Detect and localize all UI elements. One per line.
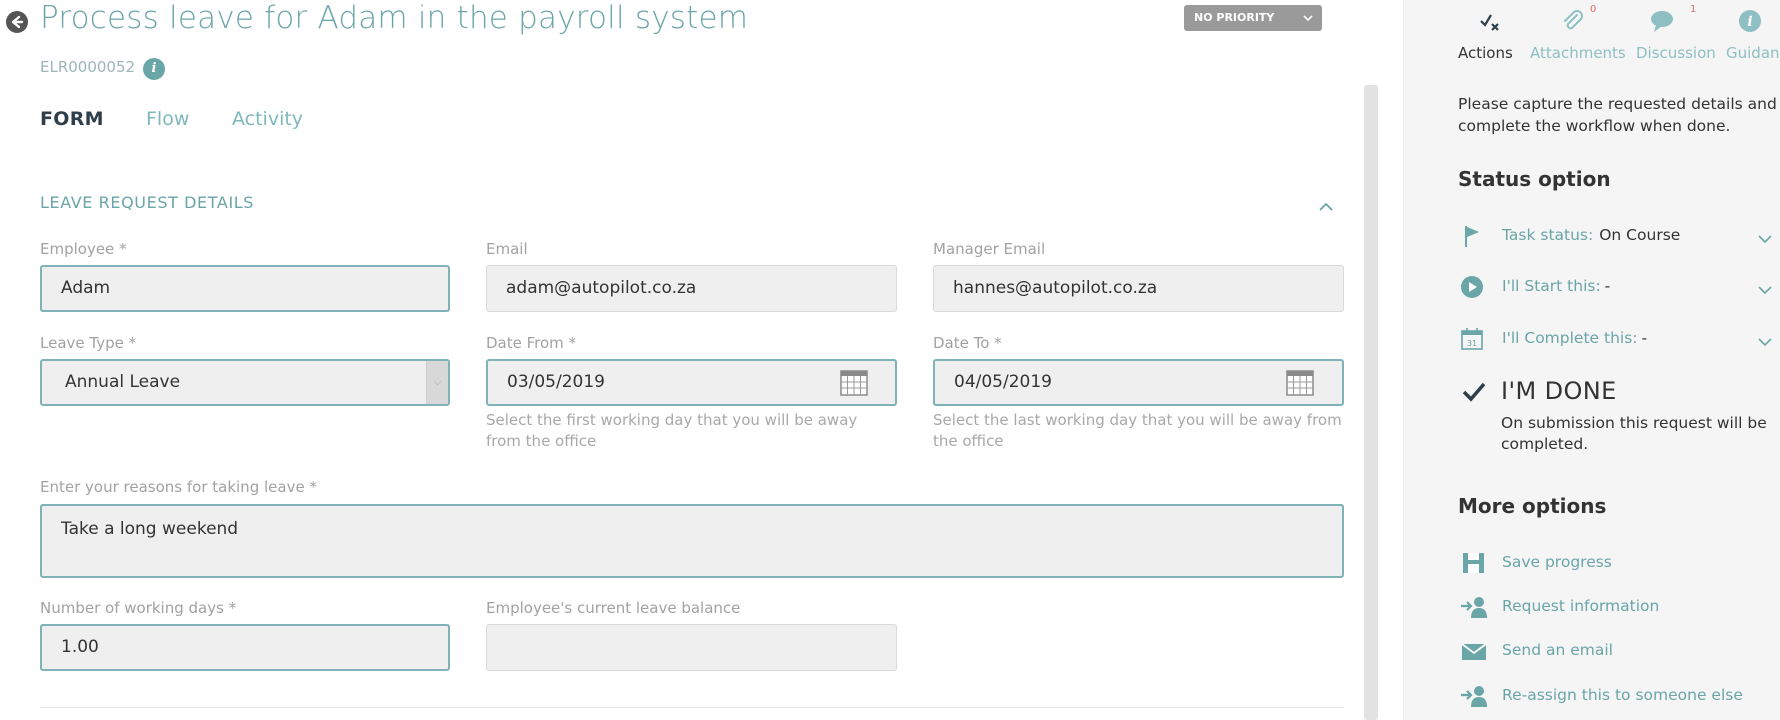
start-row[interactable]: I'll Start this: - (1460, 273, 1772, 303)
discussion-count: 1 (1690, 4, 1697, 15)
working-days-field[interactable]: 1.00 (40, 624, 450, 671)
sidebar: 0 1 i Actions Attachments Discussion Gui… (1403, 0, 1780, 720)
section-title: LEAVE REQUEST DETAILS (40, 193, 255, 212)
chevron-down-icon (1758, 333, 1772, 347)
email-field[interactable]: adam@autopilot.co.za (486, 265, 897, 312)
flag-icon (1460, 224, 1484, 248)
request-information-label: Request information (1502, 597, 1660, 615)
task-status-row[interactable]: Task status: On Course (1460, 222, 1772, 252)
date-to-field[interactable]: 04/05/2019 (933, 359, 1344, 406)
play-icon (1460, 275, 1484, 299)
complete-label: I'll Complete this: (1502, 329, 1638, 347)
priority-dropdown[interactable]: NO PRIORITY (1184, 5, 1322, 31)
reasons-textarea[interactable]: Take a long weekend (40, 504, 1344, 578)
done-note: On submission this request will be compl… (1501, 414, 1767, 453)
more-options-heading: More options (1458, 494, 1607, 518)
save-icon (1460, 551, 1488, 575)
tab-form[interactable]: FORM (40, 108, 104, 130)
complete-row[interactable]: 31 I'll Complete this: - (1460, 325, 1772, 355)
select-arrow-icon: ⌵ (426, 361, 448, 404)
manager-email-label: Manager Email (933, 240, 1046, 258)
paperclip-icon[interactable] (1560, 8, 1586, 34)
date-to-hint: Select the last working day that you wil… (933, 411, 1342, 450)
checkmark-icon[interactable] (1462, 381, 1486, 403)
chevron-up-icon[interactable] (1318, 197, 1334, 211)
manager-email-field[interactable]: hannes@autopilot.co.za (933, 265, 1344, 312)
leave-balance-field[interactable] (486, 624, 897, 671)
chevron-down-icon (1758, 281, 1772, 295)
im-done-button[interactable]: I'M DONE (1501, 377, 1617, 405)
info-icon[interactable]: i (143, 58, 165, 80)
priority-label: NO PRIORITY (1194, 11, 1275, 24)
reasons-label: Enter your reasons for taking leave * (40, 478, 317, 496)
svg-text:i: i (1747, 14, 1752, 30)
chevron-down-icon (1303, 5, 1313, 42)
task-status-value: On Course (1599, 226, 1681, 244)
request-info-icon (1460, 595, 1488, 619)
date-to-value: 04/05/2019 (954, 372, 1052, 392)
complete-value: - (1641, 329, 1648, 347)
tab-discussion[interactable]: Discussion (1636, 44, 1716, 62)
date-to-label: Date To * (933, 334, 1002, 352)
page-title: Process leave for Adam in the payroll sy… (40, 0, 749, 36)
leave-balance-label: Employee's current leave balance (486, 599, 741, 617)
start-value: - (1604, 277, 1611, 295)
leave-type-label: Leave Type * (40, 334, 137, 352)
date-from-field[interactable]: 03/05/2019 (486, 359, 897, 406)
attachments-count: 0 (1590, 4, 1597, 15)
back-arrow-icon[interactable] (6, 11, 28, 33)
employee-label: Employee * (40, 240, 127, 258)
date-from-label: Date From * (486, 334, 577, 352)
status-heading: Status option (1458, 167, 1611, 191)
scrollbar[interactable] (1364, 85, 1378, 720)
reassign-label: Re-assign this to someone else (1502, 686, 1743, 704)
working-days-label: Number of working days * (40, 599, 237, 617)
reference-number: ELR0000052 (40, 58, 136, 76)
calendar-icon[interactable] (840, 370, 868, 396)
send-email-label: Send an email (1502, 641, 1613, 659)
email-label: Email (486, 240, 528, 258)
date-from-hint: Select the first working day that you wi… (486, 411, 858, 450)
tab-guidance[interactable]: Guidance (1726, 44, 1780, 62)
calendar-icon[interactable] (1286, 370, 1314, 396)
svg-text:31: 31 (1467, 339, 1477, 348)
divider (40, 707, 1344, 708)
task-status-label: Task status: (1502, 226, 1594, 244)
leave-type-value: Annual Leave (65, 372, 181, 392)
tab-activity[interactable]: Activity (232, 108, 303, 130)
instructions-text: Please capture the requested details and… (1458, 95, 1777, 135)
tab-actions[interactable]: Actions (1458, 44, 1513, 62)
start-label: I'll Start this: (1502, 277, 1601, 295)
tab-flow[interactable]: Flow (146, 108, 189, 130)
chat-bubble-icon[interactable] (1649, 8, 1675, 34)
leave-type-select[interactable]: Annual Leave ⌵ (40, 359, 450, 406)
date-from-value: 03/05/2019 (507, 372, 605, 392)
save-progress-label: Save progress (1502, 553, 1612, 571)
main-panel: Process leave for Adam in the payroll sy… (0, 0, 1400, 720)
tab-attachments[interactable]: Attachments (1530, 44, 1626, 62)
actions-icon[interactable] (1478, 8, 1504, 34)
reassign-icon (1460, 684, 1488, 708)
info-icon[interactable]: i (1737, 8, 1763, 34)
chevron-down-icon (1758, 230, 1772, 244)
employee-field[interactable]: Adam (40, 265, 450, 312)
envelope-icon (1460, 639, 1488, 663)
calendar-icon: 31 (1460, 327, 1484, 351)
